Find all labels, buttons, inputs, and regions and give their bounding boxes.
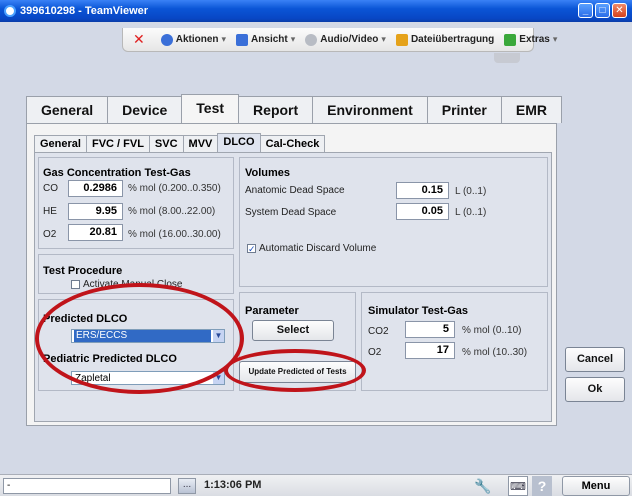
gas-concentration-title: Gas Concentration Test-Gas [43,167,191,179]
status-field[interactable]: - [3,478,171,494]
simulator-title: Simulator Test-Gas [368,305,469,317]
update-predicted-button[interactable]: Update Predicted of Tests [239,361,356,383]
pediatric-predicted-title: Pediatric Predicted DLCO [43,353,177,365]
keyboard-icon[interactable]: ⌨ [508,476,528,496]
toolbar-audio-video-label: Audio/Video [320,34,379,45]
teamviewer-toolbar: ✕ Aktionen ▾ Ansicht ▾ Audio/Video ▾ Dat… [122,28,557,52]
chevron-down-icon: ▾ [381,34,386,44]
pediatric-predicted-value: Zapletal [75,373,111,384]
predicted-dlco-title: Predicted DLCO [43,313,128,325]
sub-tab-bar: General FVC / FVL SVC MVV DLCO Cal-Check [34,133,326,153]
cancel-button[interactable]: Cancel [565,347,625,372]
sim-o2-input[interactable]: 17 [405,342,455,359]
tab-environment[interactable]: Environment [312,96,428,123]
chevron-down-icon: ▾ [290,34,296,44]
o2-input[interactable]: 20.81 [68,224,123,241]
co-label: CO [43,183,58,194]
toolbar-extras[interactable]: Extras ▾ [504,33,558,46]
he-label: HE [43,206,57,217]
subtab-cal-check[interactable]: Cal-Check [259,135,326,153]
audio-video-icon [305,33,318,46]
menu-button[interactable]: Menu [562,476,630,496]
teamviewer-icon [4,5,16,17]
co-unit: % mol (0.200..0.350) [128,183,221,194]
status-clock: 1:13:06 PM [204,479,262,491]
toolbar-actions-label: Aktionen [175,34,219,45]
tab-printer[interactable]: Printer [426,96,502,123]
file-transfer-icon [395,33,408,46]
sim-co2-unit: % mol (0..10) [462,325,522,336]
chevron-down-icon: ▾ [221,34,227,44]
ok-button[interactable]: Ok [565,377,625,402]
anatomic-dead-space-unit: L (0..1) [455,186,487,197]
chevron-down-icon[interactable]: ▼ [213,372,224,384]
main-tab-bar: General Device Test Report Environment P… [26,94,562,123]
volumes-title: Volumes [245,167,291,179]
test-procedure-title: Test Procedure [43,265,123,277]
manual-close-checkbox[interactable] [71,280,80,289]
system-dead-space-input[interactable]: 0.05 [396,203,449,220]
subtab-general[interactable]: General [34,135,87,153]
toolbar-grip[interactable] [494,53,520,63]
actions-icon [160,33,173,46]
toolbar-view[interactable]: Ansicht ▾ [236,33,296,46]
view-icon [236,33,249,46]
toolbar-actions[interactable]: Aktionen ▾ [160,33,227,46]
o2-label: O2 [43,229,57,240]
predicted-dlco-value: ERS/ECCS [74,330,211,342]
status-more-button[interactable]: ... [178,478,196,494]
window-title: 399610298 - TeamViewer [20,5,149,17]
subtab-fvc-fvl[interactable]: FVC / FVL [85,135,150,153]
system-dead-space-unit: L (0..1) [455,207,487,218]
extras-icon [504,33,517,46]
system-dead-space-label: System Dead Space [245,207,337,218]
toolbar-extras-label: Extras [519,34,550,45]
predicted-dlco-select[interactable]: ERS/ECCS ▼ [71,329,225,343]
manual-close-label: Activate Manual Close [83,279,183,290]
help-icon[interactable]: ? [532,476,552,496]
tab-general[interactable]: General [26,96,109,123]
wrench-icon[interactable]: 🔧 [473,476,493,496]
teamviewer-title-bar: 399610298 - TeamViewer _ □ ✕ [0,0,632,22]
toolbar-file-transfer[interactable]: Dateiübertragung [395,33,495,46]
subtab-mvv[interactable]: MVV [182,135,219,153]
toolbar-view-label: Ansicht [251,34,288,45]
tab-device[interactable]: Device [107,96,183,123]
end-session-button[interactable]: ✕ [127,31,151,48]
tab-test[interactable]: Test [181,94,240,123]
chevron-down-icon[interactable]: ▼ [213,330,224,342]
tab-report[interactable]: Report [238,96,314,123]
sim-co2-label: CO2 [368,326,389,337]
auto-discard-label: Automatic Discard Volume [259,243,377,254]
he-unit: % mol (8.00..22.00) [128,206,216,217]
anatomic-dead-space-label: Anatomic Dead Space [245,185,345,196]
tab-emr[interactable]: EMR [500,96,562,123]
subtab-svc[interactable]: SVC [148,135,184,153]
minimize-button[interactable]: _ [578,3,593,18]
toolbar-file-transfer-label: Dateiübertragung [410,34,495,45]
sim-o2-label: O2 [368,347,382,358]
parameter-title: Parameter [245,305,299,317]
anatomic-dead-space-input[interactable]: 0.15 [396,182,449,199]
pediatric-predicted-select[interactable]: Zapletal ▼ [71,371,225,385]
auto-discard-checkbox[interactable]: ✓ [247,244,256,254]
status-bar: - ... 1:13:06 PM 🔧 ⌨ ? Menu [0,474,632,496]
chevron-down-icon: ▾ [552,34,558,44]
sim-co2-input[interactable]: 5 [405,321,455,338]
toolbar-audio-video[interactable]: Audio/Video ▾ [305,33,386,46]
close-window-button[interactable]: ✕ [612,3,627,18]
select-parameter-button[interactable]: Select [252,320,334,341]
co-input[interactable]: 0.2986 [68,180,123,197]
o2-unit: % mol (16.00..30.00) [128,229,221,240]
he-input[interactable]: 9.95 [68,203,123,220]
subtab-dlco[interactable]: DLCO [217,133,261,153]
sim-o2-unit: % mol (10..30) [462,347,528,358]
maximize-button[interactable]: □ [595,3,610,18]
